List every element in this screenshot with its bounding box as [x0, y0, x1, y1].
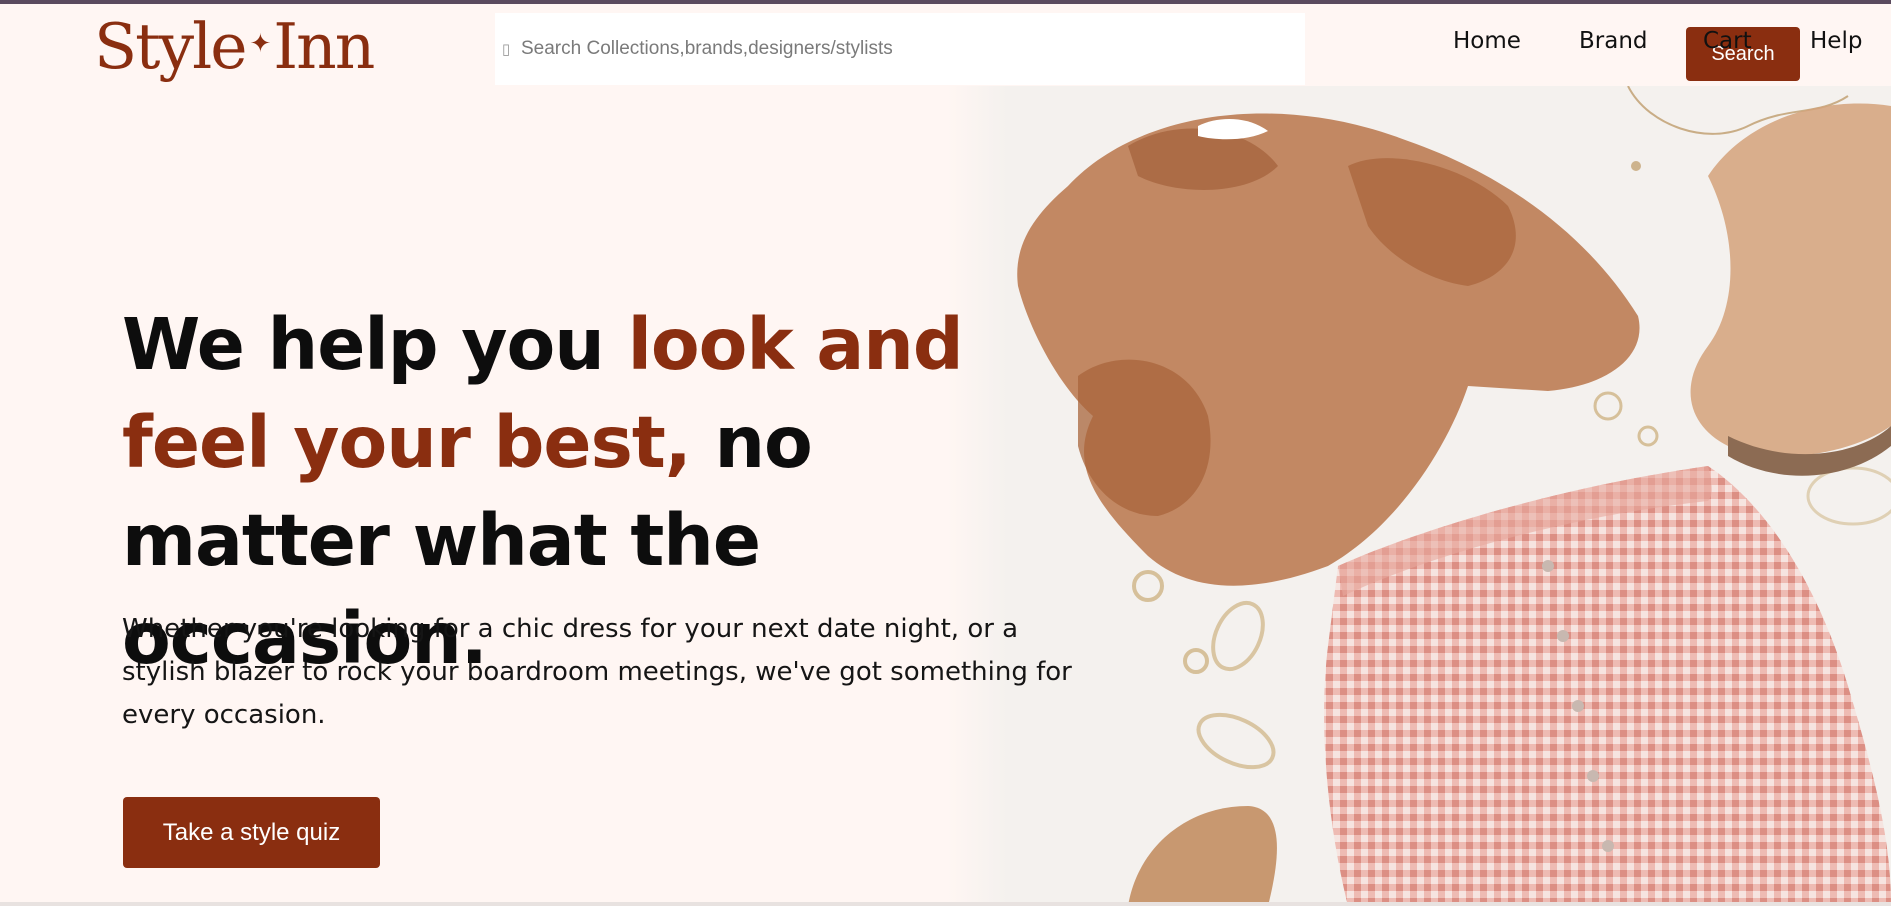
headline-part1: We help you: [122, 303, 628, 386]
bottom-border: [0, 902, 1891, 906]
brand-logo[interactable]: Style ✦ Inn: [94, 6, 375, 86]
nav-home[interactable]: Home: [1453, 28, 1521, 54]
search-bar: ▯ Search: [495, 13, 1800, 85]
search-input[interactable]: [515, 28, 1143, 70]
search-icon: ▯: [501, 40, 511, 58]
site-header: Style ✦ Inn ▯ Search Home Brand Cart Hel…: [0, 4, 1891, 86]
logo-spark-icon: ✦: [249, 29, 272, 59]
outfit-illustration: [948, 86, 1891, 906]
hero-subtext: Whether you're looking for a chic dress …: [122, 614, 1072, 730]
logo-text-inn: Inn: [273, 9, 375, 83]
nav-brand[interactable]: Brand: [1579, 28, 1648, 54]
nav-cart[interactable]: Cart: [1703, 28, 1752, 54]
hero-image: [948, 86, 1891, 906]
style-quiz-button[interactable]: Take a style quiz: [123, 797, 380, 868]
nav-help[interactable]: Help: [1810, 28, 1862, 54]
logo-text-style: Style: [94, 9, 247, 83]
